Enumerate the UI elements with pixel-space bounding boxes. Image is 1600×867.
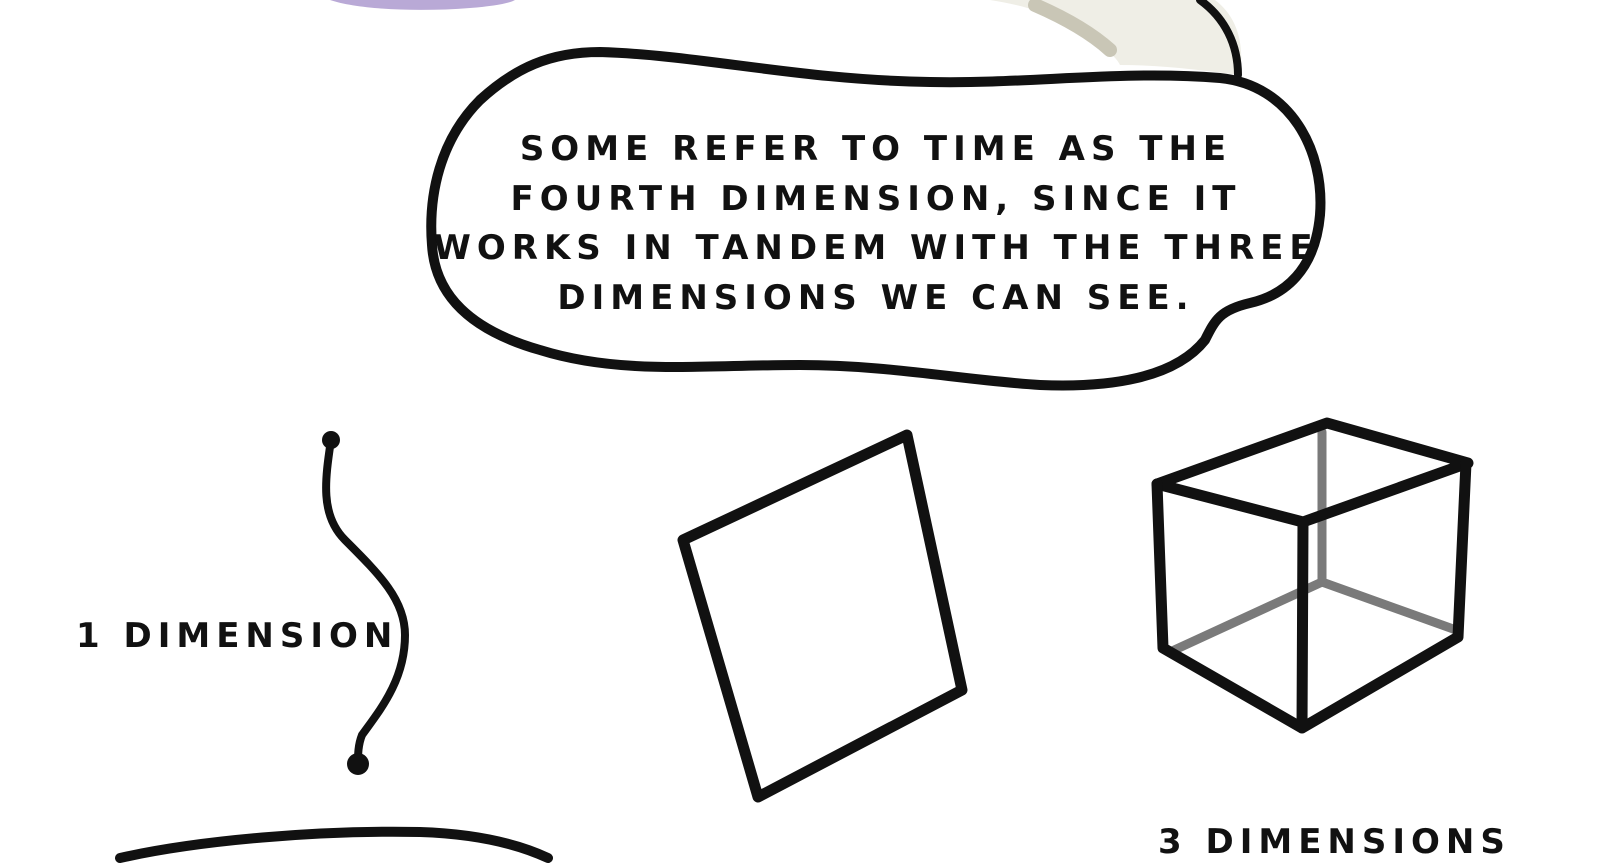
- bubble-line-2: fourth dimension, since it: [511, 179, 1242, 219]
- two-dimension-square-icon: [677, 429, 968, 803]
- comic-panel: Some refer to time as the fourth dimensi…: [76, 0, 1511, 863]
- three-dimension-cube-icon: [1151, 417, 1474, 734]
- one-dimension-label: 1 Dimension: [76, 616, 398, 656]
- three-dimensions-label: 3 Dimensions: [1158, 822, 1511, 862]
- beige-tail-shape: [990, 0, 1242, 75]
- bubble-line-3: works in tandem with the three: [433, 228, 1318, 268]
- purple-blob-shape: [330, 0, 515, 10]
- one-dimension-line-icon: [322, 431, 410, 775]
- bubble-line-4: dimensions we can see.: [557, 278, 1194, 318]
- lower-bubble-edge: [115, 826, 553, 863]
- bubble-line-1: Some refer to time as the: [520, 129, 1232, 169]
